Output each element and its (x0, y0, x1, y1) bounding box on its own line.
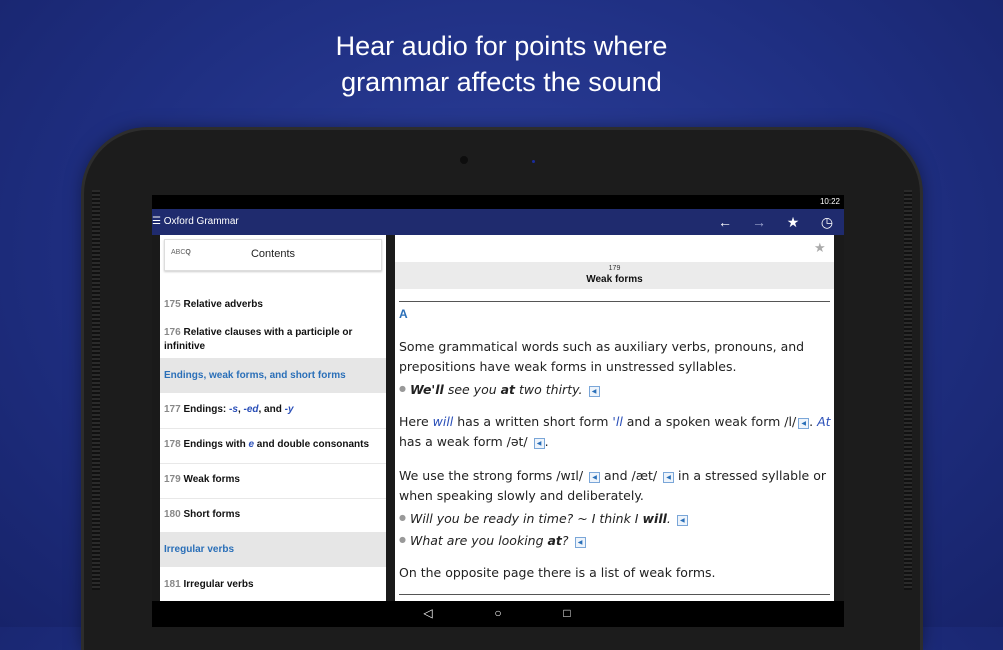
camera-icon (460, 156, 468, 164)
page-panel: ★ 179 Weak forms A Some grammatical word… (395, 235, 834, 601)
app-title-text: Oxford Grammar (163, 216, 239, 227)
back-arrow-icon[interactable]: ← (708, 209, 742, 235)
sensor-icon (532, 160, 535, 163)
app-bar: ☰ Oxford Grammar ← → ★ ◷ (152, 209, 844, 235)
page-number: 179 (608, 265, 621, 272)
nav-back-icon[interactable]: ◁ (418, 606, 438, 620)
audio-play-icon[interactable]: ◀ (574, 537, 586, 548)
page-header: 179 Weak forms (395, 262, 834, 289)
paragraph-1: Some grammatical words such as auxiliary… (399, 339, 805, 374)
nav-recents-icon[interactable]: □ (557, 606, 577, 620)
history-icon[interactable]: ◷ (810, 209, 844, 235)
star-icon[interactable]: ★ (776, 209, 810, 235)
status-bar: 10:22 (152, 195, 844, 209)
toc-item-177[interactable]: 177 Endings: -s, -ed, and -y (160, 403, 386, 417)
speaker-grille-left (92, 190, 100, 590)
toc-item-179[interactable]: 179 Weak forms (160, 473, 386, 487)
contents-search-box[interactable]: ABCQ Contents (164, 239, 382, 271)
contents-label: Contents (250, 248, 296, 260)
divider (160, 498, 386, 499)
speaker-grille-right (904, 190, 912, 590)
contents-panel: ABCQ Contents 175 Relative adverbs 176 R… (160, 235, 386, 601)
example-1: ● We'll see you at two thirty. ◀ (399, 379, 831, 400)
paragraph-3: We use the strong forms /wɪl/ ◀ and /æt/… (399, 468, 827, 503)
audio-play-icon[interactable]: ◀ (663, 472, 675, 483)
toc-item-180[interactable]: 180 Short forms (160, 508, 386, 522)
forward-arrow-icon[interactable]: → (742, 209, 776, 235)
divider (399, 301, 830, 302)
audio-play-icon[interactable]: ◀ (676, 515, 688, 526)
divider (160, 428, 386, 429)
page-title: Weak forms (586, 274, 643, 285)
app-title[interactable]: ☰ Oxford Grammar (152, 216, 239, 227)
headline-line-1: Hear audio for points where (335, 31, 668, 61)
audio-play-icon[interactable]: ◀ (588, 386, 600, 397)
menu-icon[interactable]: ☰ (152, 216, 161, 227)
toc-section-irregular[interactable]: Irregular verbs (160, 532, 386, 567)
section-letter: A (399, 307, 408, 321)
android-nav-bar: ◁ ○ □ (152, 601, 844, 627)
toc-item-178[interactable]: 178 Endings with e and double consonants (160, 438, 386, 452)
audio-play-icon[interactable]: ◀ (589, 472, 601, 483)
promo-headline: Hear audio for points where grammar affe… (0, 28, 1003, 100)
toc-item-181[interactable]: 181 Irregular verbs (160, 578, 386, 592)
audio-play-icon[interactable]: ◀ (533, 438, 545, 449)
toc-section-endings[interactable]: Endings, weak forms, and short forms (160, 358, 386, 393)
bookmark-add-icon[interactable]: ★ (814, 241, 828, 255)
status-time: 10:22 (819, 197, 840, 206)
toc-item-176[interactable]: 176 Relative clauses with a participle o… (160, 326, 382, 354)
paragraph-4: On the opposite page there is a list of … (399, 565, 716, 580)
toc-item-175[interactable]: 175 Relative adverbs (160, 298, 386, 312)
paragraph-2: Here will has a written short form 'll a… (399, 414, 831, 449)
nav-home-icon[interactable]: ○ (488, 606, 508, 620)
audio-play-icon[interactable]: ◀ (798, 418, 810, 429)
headline-line-2: grammar affects the sound (341, 67, 662, 97)
example-3: ● What are you looking at? ◀ (399, 530, 831, 551)
divider (399, 594, 830, 595)
divider (160, 463, 386, 464)
tablet-screen: 10:22 ☰ Oxford Grammar ← → ★ ◷ ABCQ Cont… (152, 195, 844, 627)
example-2: ● Will you be ready in time? ~ I think I… (399, 508, 831, 529)
